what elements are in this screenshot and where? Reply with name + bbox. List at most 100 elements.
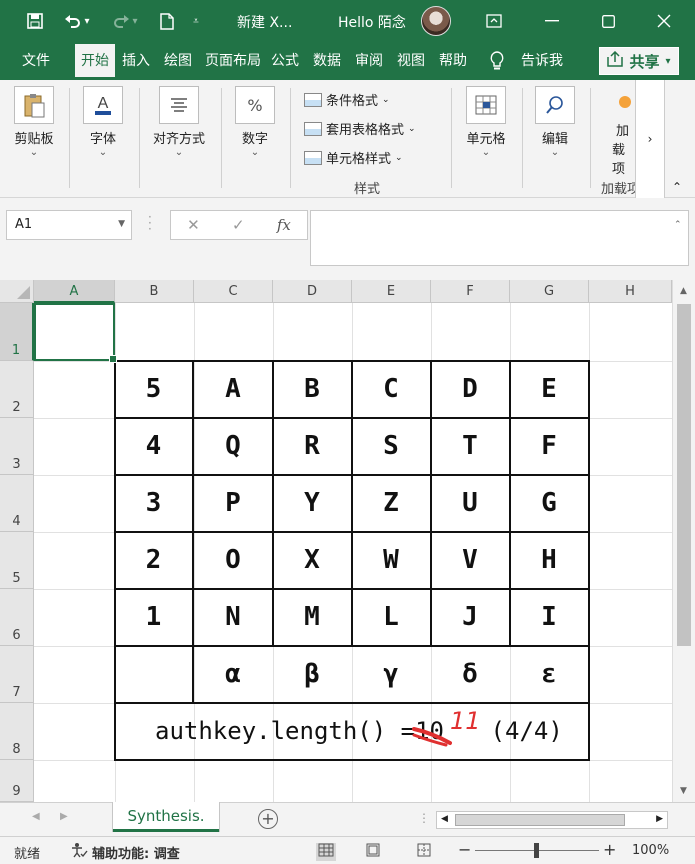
tab-data[interactable]: 数据 [313,50,341,70]
clipboard-group[interactable]: 剪贴板 ⌄ [8,86,60,158]
zoom-out-icon[interactable]: − [458,840,471,859]
cell-b7[interactable] [115,646,192,702]
cell-d3[interactable]: R [273,418,351,474]
next-sheet-icon[interactable]: ▶ [60,811,68,822]
row-header-1[interactable]: 1 [0,303,34,361]
tab-insert[interactable]: 插入 [122,50,150,70]
font-group[interactable]: A 字体 ⌄ [80,86,126,158]
cell-f6[interactable]: J [431,589,509,645]
name-box[interactable]: A1 ▼ [6,210,132,240]
select-all-button[interactable] [0,280,34,303]
scroll-down-icon[interactable]: ▼ [680,786,687,796]
tab-file[interactable]: 文件 [22,50,50,70]
format-as-table-button[interactable]: 套用表格格式 ⌄ [304,119,416,138]
column-header-h[interactable]: H [589,280,672,303]
zoom-in-icon[interactable]: + [603,840,616,859]
scroll-right-icon[interactable]: ▶ [656,814,663,824]
vertical-scroll-thumb[interactable] [677,304,691,646]
alignment-group[interactable]: 对齐方式 ⌄ [146,86,212,158]
scroll-up-icon[interactable]: ▲ [680,286,687,296]
close-icon[interactable] [636,0,692,42]
sheet-tab-synthesis[interactable]: Synthesis. [113,802,219,832]
active-cell-a1[interactable] [34,303,117,363]
cell-g4[interactable]: G [510,475,588,531]
row-header-2[interactable]: 2 [0,361,34,418]
cell-e2[interactable]: C [352,361,430,417]
collapse-ribbon-icon[interactable]: ⌃ [672,180,682,194]
column-header-c[interactable]: C [194,280,273,303]
scroll-left-icon[interactable]: ◀ [441,814,448,824]
maximize-icon[interactable] [580,0,636,42]
cell-styles-button[interactable]: 单元格样式 ⌄ [304,148,403,167]
cell-f7[interactable]: δ [431,646,509,702]
cell-c3[interactable]: Q [194,418,272,474]
column-header-g[interactable]: G [510,280,589,303]
cell-e7[interactable]: γ [352,646,430,702]
normal-view-icon[interactable] [316,843,336,861]
prev-sheet-icon[interactable]: ◀ [32,811,40,822]
formula-bar-grip[interactable]: · · · [148,211,152,235]
row-header-9[interactable]: 9 [0,760,34,802]
page-break-view-icon[interactable] [417,843,431,861]
new-file-icon[interactable] [150,0,184,42]
worksheet-grid[interactable]: A B C D E F G H 1 2 3 4 5 6 7 8 9 5 A B … [0,280,672,802]
lightbulb-icon[interactable] [489,51,505,75]
undo-dropdown-icon[interactable]: ▾ [80,0,94,42]
cell-c5[interactable]: O [194,532,272,588]
cell-f3[interactable]: T [431,418,509,474]
cell-b3[interactable]: 4 [115,418,192,474]
user-avatar[interactable] [421,6,451,36]
save-icon[interactable] [18,0,52,42]
tab-home[interactable]: 开始 [75,44,115,80]
formula-input[interactable] [310,210,689,266]
cell-f5[interactable]: V [431,532,509,588]
cell-f2[interactable]: D [431,361,509,417]
cell-g7[interactable]: ε [510,646,588,702]
tab-formulas[interactable]: 公式 [271,50,299,70]
cell-e5[interactable]: W [352,532,430,588]
column-header-b[interactable]: B [115,280,194,303]
ribbon-display-options-icon[interactable] [466,0,522,42]
tell-me-search[interactable]: 告诉我 [521,50,563,70]
tab-draw[interactable]: 绘图 [164,50,192,70]
cancel-icon[interactable]: ✕ [187,216,200,234]
zoom-level[interactable]: 100% [632,843,669,858]
cell-c4[interactable]: P [194,475,272,531]
horizontal-scroll-thumb[interactable] [455,814,625,826]
cell-g5[interactable]: H [510,532,588,588]
cell-f4[interactable]: U [431,475,509,531]
cell-e3[interactable]: S [352,418,430,474]
accessibility-icon[interactable] [70,842,88,862]
cell-e4[interactable]: Z [352,475,430,531]
add-sheet-button[interactable]: + [258,809,278,829]
expand-formula-bar-icon[interactable]: ⌃ [674,220,682,230]
cell-d5[interactable]: X [273,532,351,588]
row-header-7[interactable]: 7 [0,646,34,703]
cell-d4[interactable]: Y [273,475,351,531]
merged-cell-b8[interactable]: authkey.length() = 10 11 (4/4) [115,703,588,759]
addins-button[interactable]: 加 载项 [600,96,634,177]
column-header-a[interactable]: A [34,280,115,303]
cells-group[interactable]: 单元格 ⌄ [461,86,511,158]
user-name[interactable]: Hello 陌念 [338,12,406,32]
vertical-scrollbar[interactable]: ▲ ▼ [672,280,695,802]
zoom-slider-thumb[interactable] [534,843,539,858]
horizontal-scrollbar[interactable]: ◀ ▶ [436,811,668,829]
cell-b6[interactable]: 1 [115,589,192,645]
tab-split-grip[interactable]: ⋮ [418,811,430,825]
row-header-5[interactable]: 5 [0,532,34,589]
cell-c6[interactable]: N [194,589,272,645]
customize-qat-icon[interactable]: ⩡ [186,0,206,42]
page-layout-view-icon[interactable] [366,843,380,861]
ribbon-scroll-right-icon[interactable]: › [635,80,665,198]
cell-d6[interactable]: M [273,589,351,645]
cell-d7[interactable]: β [273,646,351,702]
column-header-e[interactable]: E [352,280,431,303]
row-header-6[interactable]: 6 [0,589,34,646]
redo-dropdown-icon[interactable]: ▾ [128,0,142,42]
row-header-4[interactable]: 4 [0,475,34,532]
conditional-format-button[interactable]: 条件格式 ⌄ [304,90,390,109]
cell-b2[interactable]: 5 [115,361,192,417]
cell-e6[interactable]: L [352,589,430,645]
tab-page-layout[interactable]: 页面布局 [205,50,261,70]
